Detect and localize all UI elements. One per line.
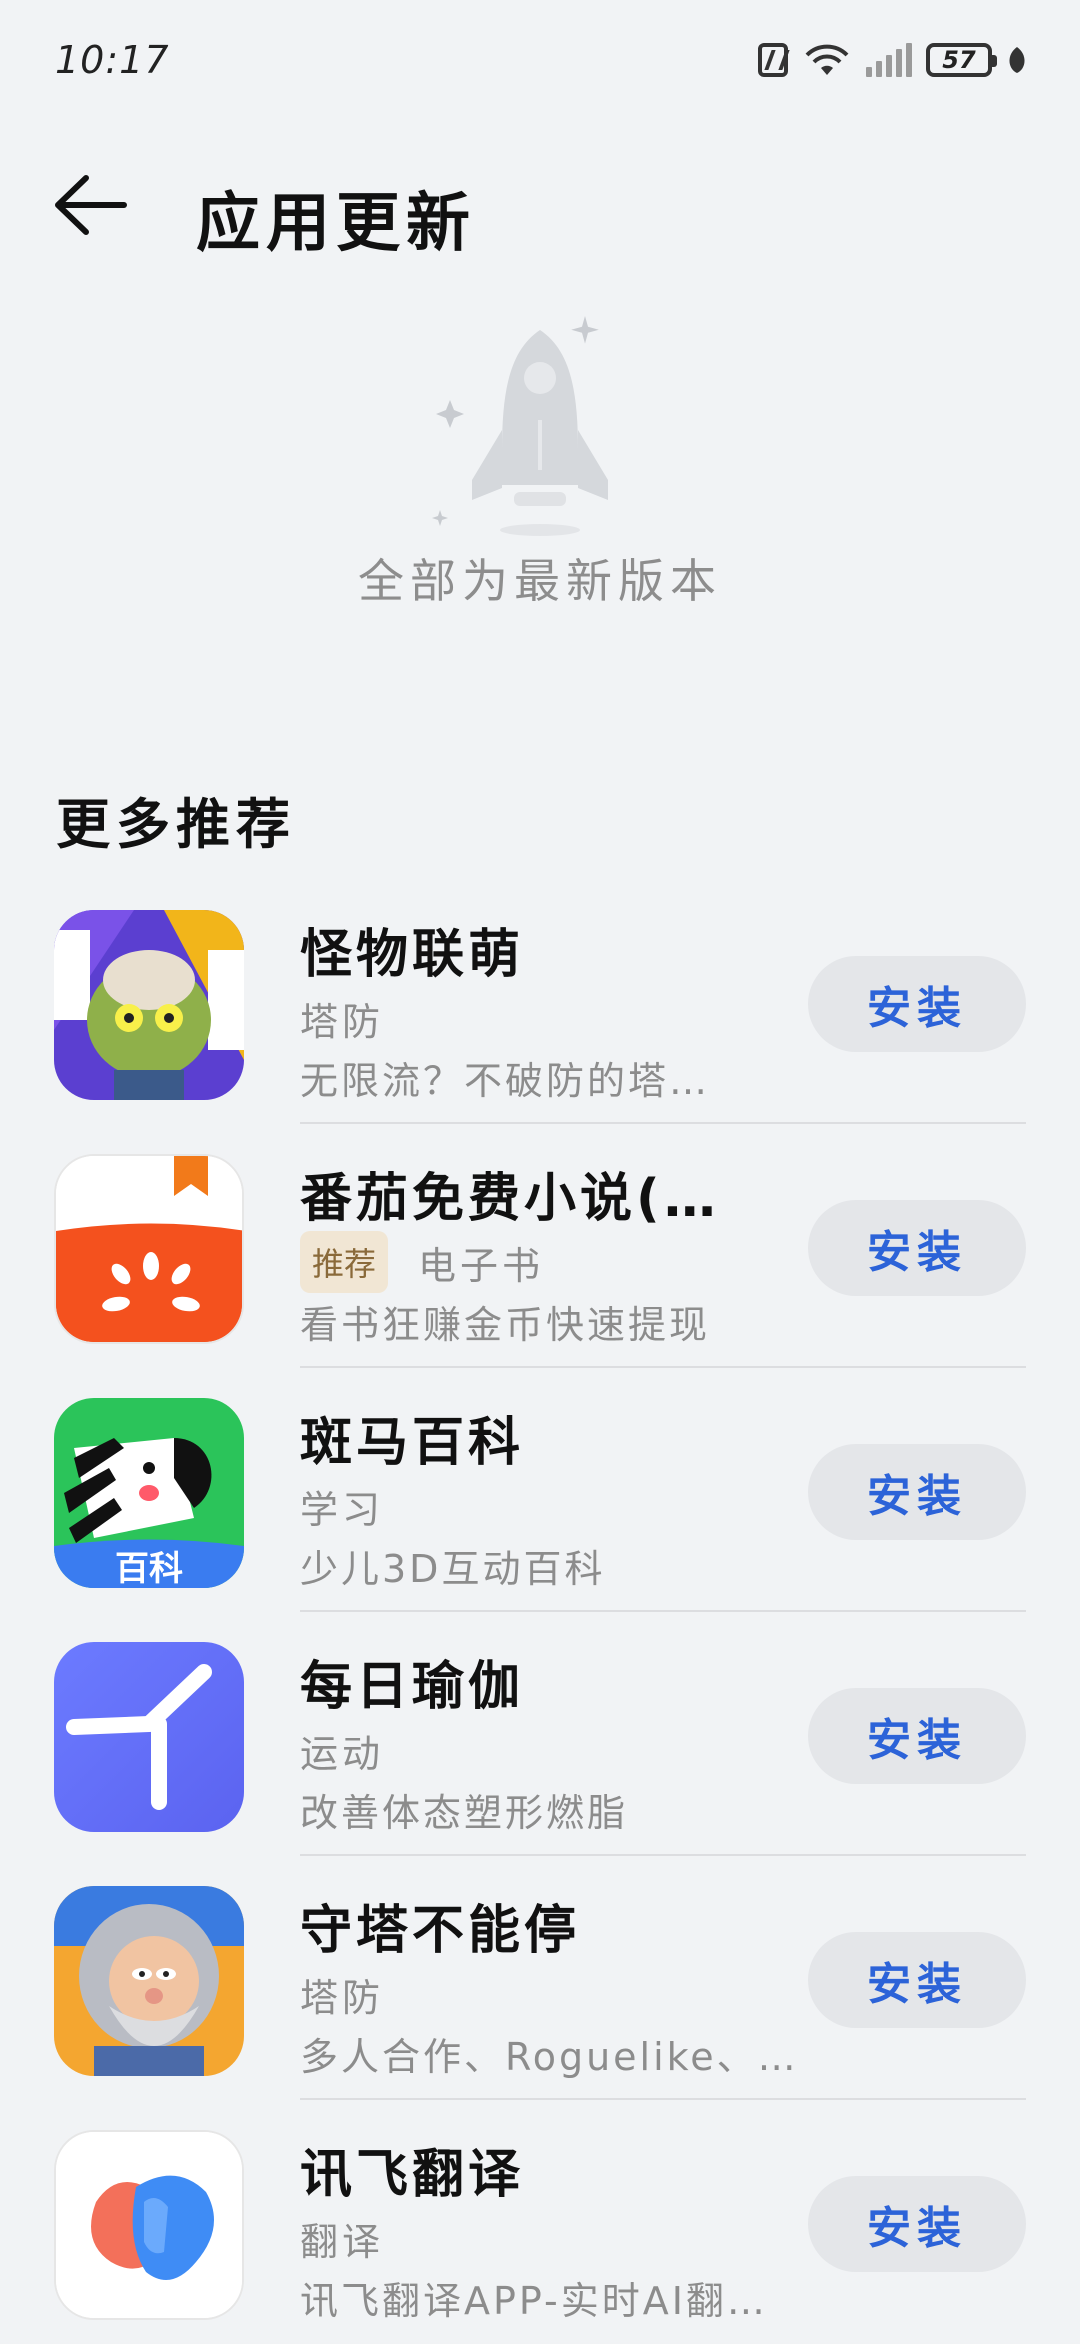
install-button[interactable]: 安装 bbox=[808, 1444, 1026, 1540]
app-description: 无限流？不破防的塔… bbox=[300, 1059, 711, 1103]
status-bar: 10:17 57 bbox=[0, 0, 1080, 120]
app-description: 少儿3D互动百科 bbox=[300, 1547, 606, 1591]
app-name: 每日瑜伽 bbox=[300, 1657, 525, 1717]
app-list: 怪物联萌 塔防 无限流？不破防的塔… 安装 番茄免费小说(… 推荐 电子书 看书… bbox=[0, 880, 1080, 2344]
list-item[interactable]: 番茄免费小说(… 推荐 电子书 看书狂赚金币快速提现 安装 bbox=[0, 1124, 1080, 1368]
install-button[interactable]: 安装 bbox=[808, 1200, 1026, 1296]
list-item[interactable]: 怪物联萌 塔防 无限流？不破防的塔… 安装 bbox=[0, 880, 1080, 1124]
install-button[interactable]: 安装 bbox=[808, 956, 1026, 1052]
title-bar: 应用更新 bbox=[0, 150, 1080, 261]
app-icon-iflytek-translate[interactable] bbox=[54, 2130, 244, 2320]
app-description: 改善体态塑形燃脂 bbox=[300, 1791, 629, 1835]
status-icons: 57 bbox=[758, 40, 1028, 80]
list-item[interactable]: 百科 斑马百科 学习 少儿3D互动百科 安装 bbox=[0, 1368, 1080, 1612]
install-button[interactable]: 安装 bbox=[808, 2176, 1026, 2272]
nfc-icon bbox=[758, 43, 788, 77]
app-category: 运动 bbox=[300, 1731, 385, 1776]
app-name: 番茄免费小说(… bbox=[300, 1169, 720, 1229]
app-name: 守塔不能停 bbox=[300, 1901, 581, 1961]
list-item[interactable]: 守塔不能停 塔防 多人合作、Roguelike、… 安装 bbox=[0, 1856, 1080, 2100]
list-item[interactable]: 讯飞翻译 翻译 讯飞翻译APP-实时AI翻… 安装 bbox=[0, 2100, 1080, 2344]
app-name: 怪物联萌 bbox=[300, 925, 525, 985]
app-category: 电子书 bbox=[418, 1243, 545, 1288]
app-icon-label: 百科 bbox=[115, 1549, 183, 1588]
app-icon-monster[interactable] bbox=[54, 910, 244, 1100]
recommend-badge: 推荐 bbox=[300, 1231, 389, 1293]
app-name: 斑马百科 bbox=[300, 1413, 525, 1473]
rocket-icon bbox=[432, 316, 608, 536]
install-button[interactable]: 安装 bbox=[808, 1688, 1026, 1784]
app-icon-zebra-encyclopedia[interactable]: 百科 bbox=[54, 1398, 244, 1588]
page-title: 应用更新 bbox=[196, 187, 476, 261]
back-arrow-icon[interactable] bbox=[50, 170, 130, 240]
install-button[interactable]: 安装 bbox=[808, 1932, 1026, 2028]
app-category: 塔防 bbox=[300, 999, 385, 1044]
app-description: 讯飞翻译APP-实时AI翻… bbox=[300, 2279, 768, 2323]
empty-state: 全部为最新版本 bbox=[0, 300, 1080, 620]
app-name: 讯飞翻译 bbox=[300, 2145, 525, 2205]
leaf-icon bbox=[1009, 47, 1025, 73]
app-description: 多人合作、Roguelike、… bbox=[300, 2035, 799, 2079]
empty-state-text: 全部为最新版本 bbox=[358, 554, 722, 608]
app-icon-tomato-novel[interactable] bbox=[54, 1154, 244, 1344]
app-description: 看书狂赚金币快速提现 bbox=[300, 1303, 711, 1347]
signal-icon bbox=[866, 43, 912, 77]
app-icon-tower-defense[interactable] bbox=[54, 1886, 244, 2076]
battery-icon: 57 bbox=[926, 43, 997, 77]
status-time: 10:17 bbox=[55, 38, 170, 82]
app-category: 翻译 bbox=[300, 2219, 385, 2264]
wifi-icon bbox=[805, 44, 849, 75]
app-category: 学习 bbox=[300, 1487, 385, 1532]
app-category: 塔防 bbox=[300, 1975, 385, 2020]
list-item[interactable]: 每日瑜伽 运动 改善体态塑形燃脂 安装 bbox=[0, 1612, 1080, 1856]
app-icon-daily-yoga[interactable] bbox=[54, 1642, 244, 1832]
section-title: 更多推荐 bbox=[56, 793, 296, 856]
